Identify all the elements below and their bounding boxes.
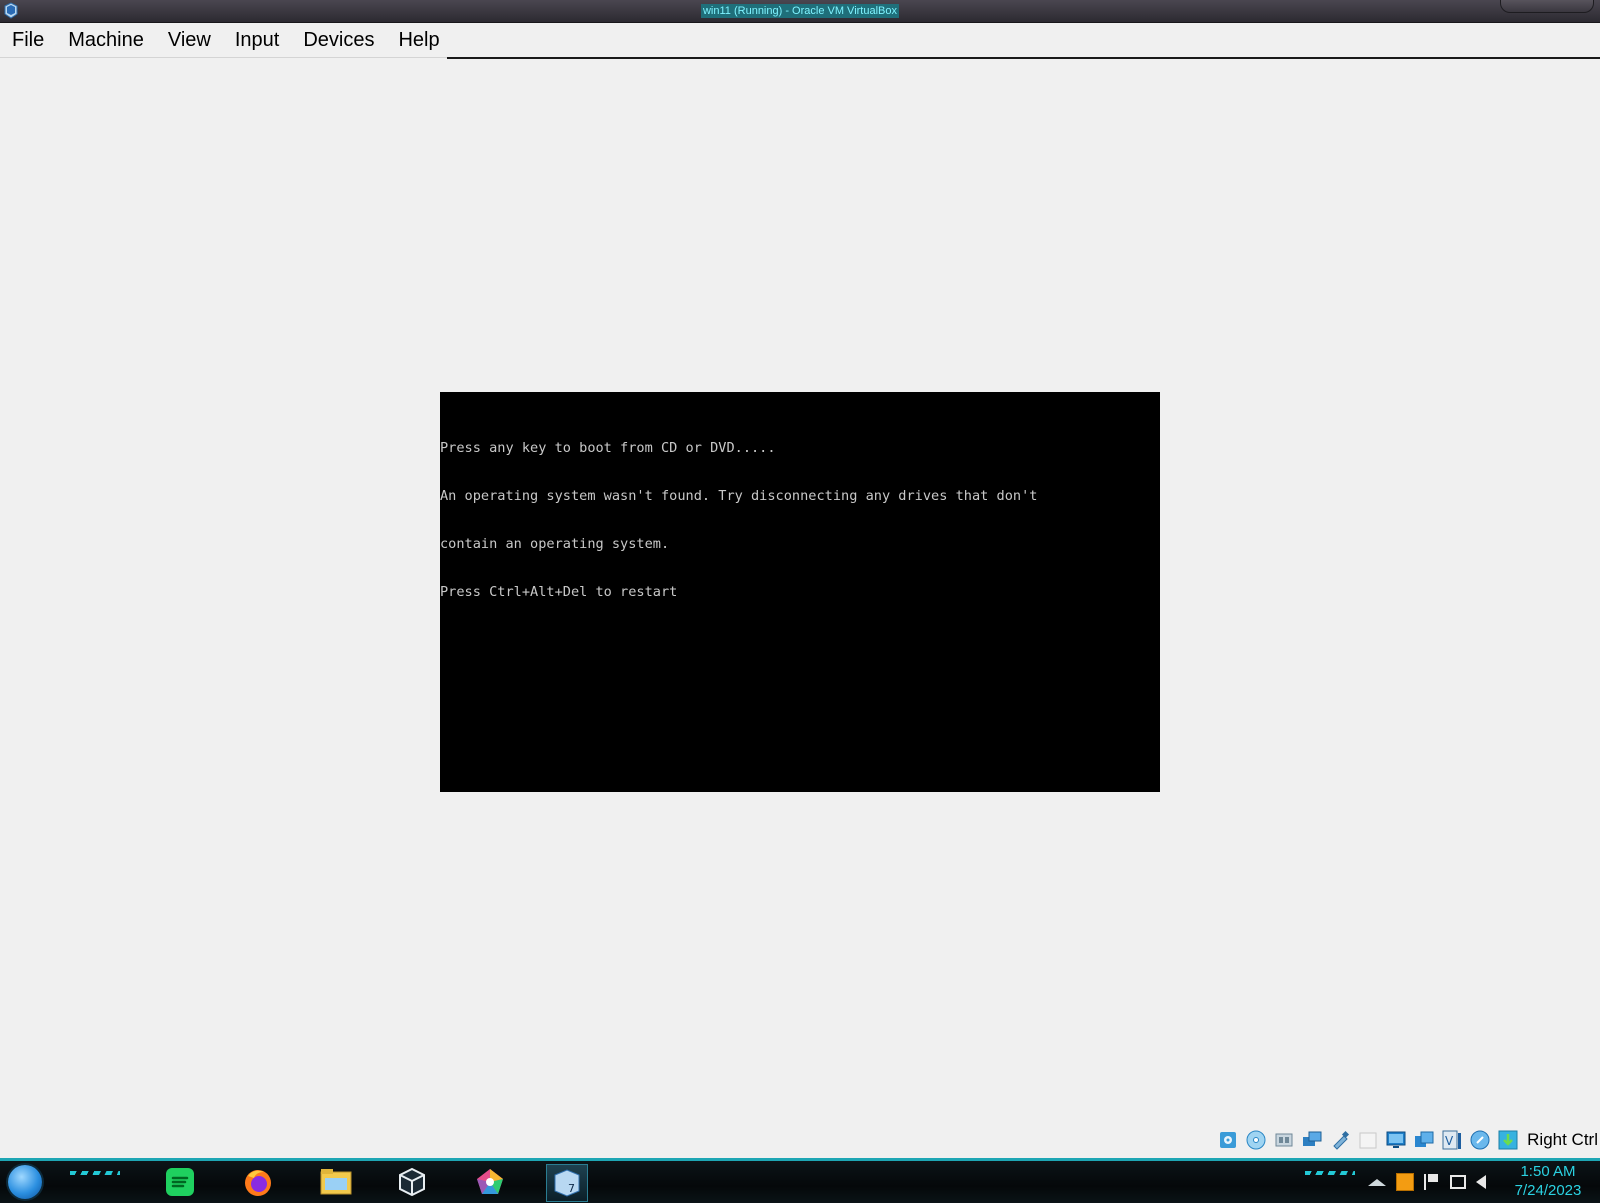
menu-input[interactable]: Input: [223, 23, 291, 58]
virtualbox-icon[interactable]: [3, 2, 19, 19]
menu-file[interactable]: File: [0, 23, 56, 58]
network-tray-icon[interactable]: [1450, 1175, 1466, 1189]
menu-devices[interactable]: Devices: [291, 23, 386, 58]
console-line: Press Ctrl+Alt+Del to restart: [440, 584, 678, 600]
file-explorer-icon[interactable]: [316, 1164, 356, 1200]
show-hidden-icon[interactable]: [1368, 1178, 1386, 1186]
pentagon-app-icon[interactable]: [470, 1164, 510, 1200]
keyboard-capture-icon[interactable]: [1497, 1129, 1519, 1151]
menu-help[interactable]: Help: [386, 23, 451, 58]
taskbar-decoration: [70, 1171, 120, 1175]
volume-icon[interactable]: [1476, 1175, 1486, 1189]
svg-text:V: V: [1445, 1134, 1454, 1148]
console-line: An operating system wasn't found. Try di…: [440, 488, 1038, 504]
start-button[interactable]: [8, 1165, 42, 1199]
system-tray: [1368, 1169, 1486, 1195]
console-line: Press any key to boot from CD or DVD....…: [440, 440, 776, 456]
clock-time: 1:50 AM: [1520, 1163, 1576, 1180]
optical-drive-icon[interactable]: [1245, 1129, 1267, 1151]
window-title: win11 (Running) - Oracle VM VirtualBox: [700, 4, 900, 18]
menu-view[interactable]: View: [156, 23, 223, 58]
taskbar-decoration: [1305, 1171, 1355, 1175]
menu-divider-dark: [447, 57, 1600, 59]
boot-console-text: Press any key to boot from CD or DVD....…: [440, 408, 1037, 632]
network-icon[interactable]: [1301, 1129, 1323, 1151]
vm-guest-display[interactable]: Press any key to boot from CD or DVD....…: [440, 392, 1160, 792]
usb-icon[interactable]: [1329, 1129, 1351, 1151]
virtualization-icon[interactable]: V: [1441, 1129, 1463, 1151]
console-line: contain an operating system.: [440, 536, 670, 552]
firefox-icon[interactable]: [238, 1164, 278, 1200]
virtualbox-icon[interactable]: [392, 1164, 432, 1200]
window-title-bar[interactable]: win11 (Running) - Oracle VM VirtualBox: [0, 0, 1600, 23]
action-center-flag-icon[interactable]: [1424, 1174, 1440, 1190]
clock-date: 7/24/2023: [1514, 1182, 1582, 1199]
mouse-integration-icon[interactable]: [1469, 1129, 1491, 1151]
menu-machine[interactable]: Machine: [56, 23, 156, 58]
menu-divider: [0, 57, 447, 58]
vm-status-bar: V Right Ctrl: [1217, 1126, 1600, 1154]
window-controls[interactable]: [1500, 0, 1594, 13]
shared-folders-icon[interactable]: [1357, 1129, 1379, 1151]
security-icon[interactable]: [1396, 1173, 1414, 1191]
menu-bar: File Machine View Input Devices Help: [0, 23, 1600, 59]
audio-icon[interactable]: [1273, 1129, 1295, 1151]
hard-disk-icon[interactable]: [1217, 1129, 1239, 1151]
taskbar: 7 1:50 AM 7/24/2023: [0, 1158, 1600, 1203]
svg-text:7: 7: [568, 1182, 575, 1195]
virtualbox-manager-icon[interactable]: 7: [546, 1164, 588, 1202]
spotify-icon[interactable]: [160, 1164, 200, 1200]
host-key-label[interactable]: Right Ctrl: [1527, 1130, 1598, 1150]
display-icon[interactable]: [1385, 1129, 1407, 1151]
taskbar-clock[interactable]: 1:50 AM 7/24/2023: [1500, 1162, 1596, 1200]
video-capture-icon[interactable]: [1413, 1129, 1435, 1151]
